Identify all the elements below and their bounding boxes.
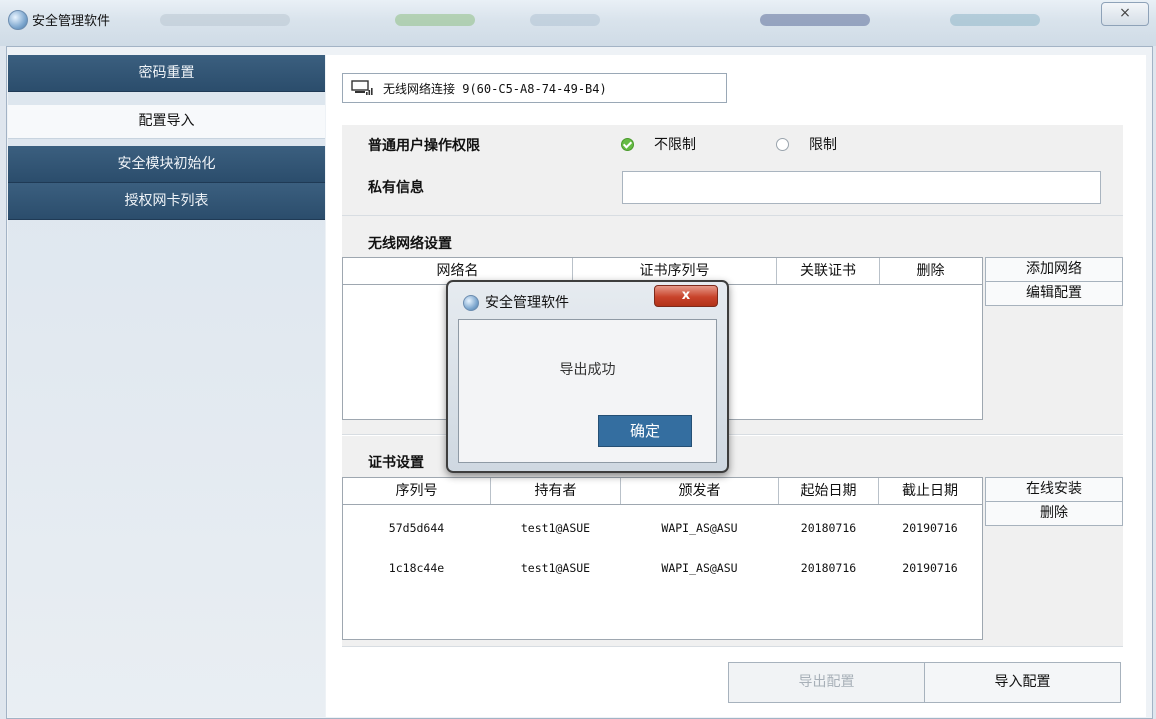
import-config-button[interactable]: 导入配置 [924, 662, 1121, 703]
connection-label: 无线网络连接 9(60-C5-A8-74-49-B4) [383, 82, 607, 96]
table-row[interactable]: 1c18c44e test1@ASUE WAPI_AS@ASU 20180716… [343, 558, 982, 578]
certs-table-header: 序列号 持有者 颁发者 起始日期 截止日期 [343, 478, 982, 505]
column-header[interactable]: 删除 [880, 258, 981, 284]
radio-unrestricted[interactable] [621, 138, 634, 151]
column-header[interactable]: 持有者 [491, 478, 621, 504]
network-adapter-icon [351, 80, 373, 95]
column-header[interactable]: 起始日期 [779, 478, 879, 504]
radio-restricted[interactable] [776, 138, 789, 151]
radio-restricted-label[interactable]: 限制 [809, 134, 837, 154]
sidebar-item-label: 配置导入 [138, 113, 195, 129]
export-config-button[interactable]: 导出配置 [728, 662, 925, 703]
private-info-input[interactable] [622, 171, 1101, 204]
background-blur [160, 14, 290, 26]
sidebar: 密码重置 配置导入 安全模块初始化 授权网卡列表 [8, 55, 325, 717]
sidebar-item-authorized-nic-list[interactable]: 授权网卡列表 [8, 183, 325, 220]
online-install-button[interactable]: 在线安装 [985, 477, 1123, 502]
window-title: 安全管理软件 [32, 14, 111, 29]
cell-serial: 1c18c44e [388, 561, 445, 575]
close-icon: x [681, 288, 691, 303]
cell-issuer: WAPI_AS@ASU [661, 521, 738, 535]
cell-holder: test1@ASUE [520, 521, 591, 535]
dialog-message: 导出成功 [559, 362, 616, 378]
sidebar-item-label: 安全模块初始化 [117, 156, 216, 172]
sidebar-item-config-import[interactable]: 配置导入 [8, 105, 325, 139]
ok-button[interactable]: 确定 [598, 415, 692, 447]
column-header[interactable]: 序列号 [343, 478, 491, 504]
column-header[interactable]: 截止日期 [879, 478, 981, 504]
dialog-close-button[interactable]: x [654, 285, 718, 307]
column-header[interactable]: 关联证书 [777, 258, 880, 284]
cell-end-date: 20190716 [902, 561, 958, 575]
background-blur [395, 14, 475, 26]
delete-cert-button[interactable]: 删除 [985, 501, 1123, 526]
private-info-label: 私有信息 [368, 180, 424, 196]
message-dialog: 安全管理软件 x 导出成功 确定 [446, 280, 729, 473]
sidebar-item-label: 密码重置 [138, 65, 195, 81]
column-header[interactable]: 颁发者 [621, 478, 779, 504]
certs-table: 序列号 持有者 颁发者 起始日期 截止日期 57d5d644 test1@ASU… [342, 477, 983, 640]
cell-holder: test1@ASUE [520, 561, 591, 575]
app-logo-icon [8, 10, 28, 30]
background-blur [760, 14, 870, 26]
cell-start-date: 20180716 [800, 521, 857, 535]
cell-end-date: 20190716 [902, 521, 958, 535]
close-icon: × [1119, 5, 1131, 21]
edit-config-button[interactable]: 编辑配置 [985, 281, 1123, 306]
window-close-button[interactable]: × [1101, 2, 1149, 26]
radio-unrestricted-label[interactable]: 不限制 [654, 134, 696, 154]
table-row[interactable]: 57d5d644 test1@ASUE WAPI_AS@ASU 20180716… [343, 518, 982, 538]
sidebar-item-label: 授权网卡列表 [124, 193, 209, 209]
background-blur [950, 14, 1040, 26]
add-network-button[interactable]: 添加网络 [985, 257, 1123, 282]
sidebar-item-security-init[interactable]: 安全模块初始化 [8, 146, 325, 183]
cell-serial: 57d5d644 [388, 521, 445, 535]
dialog-body: 导出成功 确定 [458, 319, 717, 463]
wireless-section-title: 无线网络设置 [368, 236, 452, 252]
window-titlebar: 安全管理软件 × [0, 0, 1156, 46]
dialog-title: 安全管理软件 [485, 295, 569, 311]
connection-selector[interactable]: 无线网络连接 9(60-C5-A8-74-49-B4) [342, 73, 727, 103]
permission-label: 普通用户操作权限 [368, 138, 480, 154]
certs-section-title: 证书设置 [368, 455, 424, 471]
app-logo-icon [463, 295, 479, 311]
cell-start-date: 20180716 [800, 561, 857, 575]
cell-issuer: WAPI_AS@ASU [661, 561, 738, 575]
background-blur [530, 14, 600, 26]
sidebar-item-password-reset[interactable]: 密码重置 [8, 55, 325, 92]
